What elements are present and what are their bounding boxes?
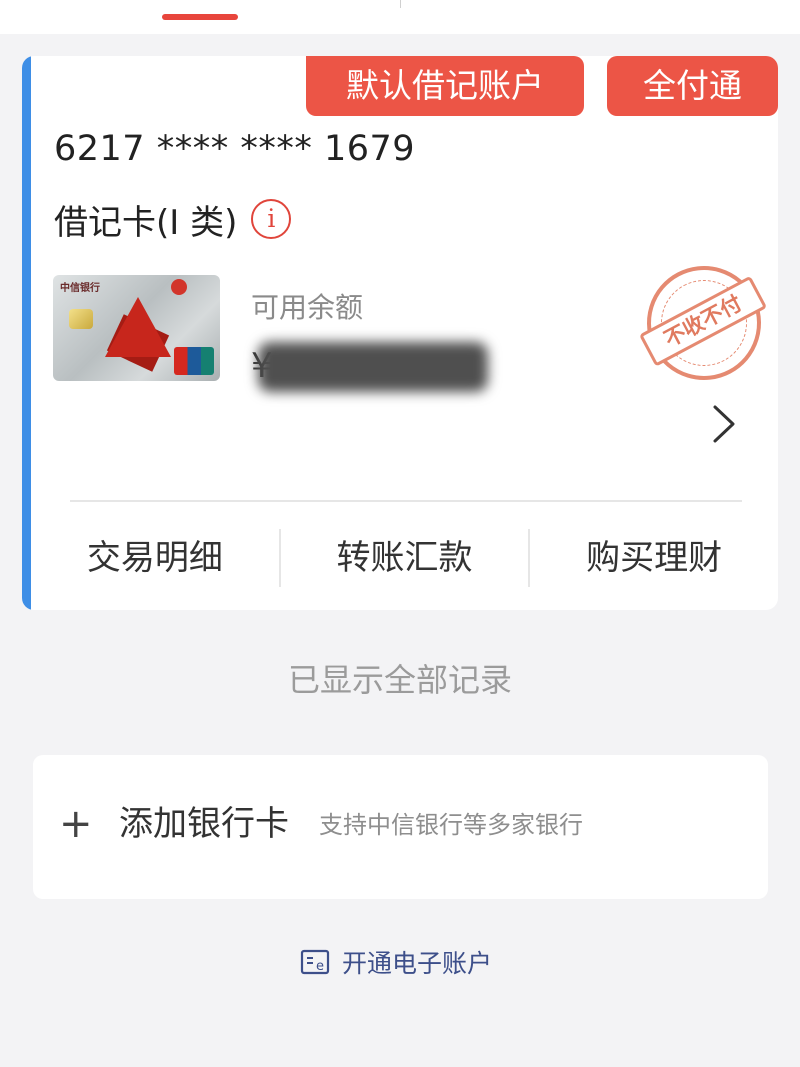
card-gem-icon bbox=[105, 297, 171, 357]
add-bank-card-subtitle: 支持中信银行等多家银行 bbox=[319, 811, 583, 839]
plus-icon: + bbox=[59, 801, 93, 847]
top-tab-bar bbox=[0, 0, 800, 34]
balance-redaction bbox=[258, 342, 488, 392]
open-e-account-link[interactable]: e 开通电子账户 bbox=[300, 944, 492, 980]
card-number: 6217 **** **** 1679 bbox=[54, 129, 416, 169]
add-bank-card-button[interactable]: + 添加银行卡 支持中信银行等多家银行 bbox=[33, 755, 768, 899]
card-emblem-icon bbox=[171, 279, 187, 295]
card-actions: 交易明细 转账汇款 购买理财 bbox=[31, 526, 778, 590]
add-bank-card-label: 添加银行卡 bbox=[119, 804, 289, 844]
tab-divider bbox=[400, 0, 401, 8]
default-debit-account-tag: 默认借记账户 bbox=[306, 56, 584, 116]
quickpay-tag: 全付通 bbox=[607, 56, 778, 116]
bank-logo-text: 中信银行 bbox=[60, 283, 100, 294]
card-type: 借记卡(I 类) bbox=[54, 202, 238, 243]
transaction-details-button[interactable]: 交易明细 bbox=[31, 526, 279, 590]
card-chip-icon bbox=[69, 309, 93, 329]
svg-text:e: e bbox=[316, 959, 324, 974]
card-type-row: 借记卡(I 类) i bbox=[54, 196, 292, 243]
account-card[interactable]: 默认借记账户 全付通 6217 **** **** 1679 借记卡(I 类) … bbox=[22, 56, 778, 610]
chevron-right-icon[interactable] bbox=[712, 404, 736, 444]
card-divider bbox=[70, 500, 742, 502]
unionpay-logo-icon bbox=[174, 347, 214, 375]
open-e-account-label: 开通电子账户 bbox=[342, 949, 493, 978]
bank-card-image: 中信银行 bbox=[53, 275, 220, 381]
transfer-button[interactable]: 转账汇款 bbox=[281, 526, 529, 590]
balance-label: 可用余额 bbox=[251, 291, 364, 324]
e-account-icon: e bbox=[300, 949, 330, 975]
buy-wealth-products-button[interactable]: 购买理财 bbox=[530, 526, 778, 590]
info-icon[interactable]: i bbox=[251, 199, 292, 239]
card-accent-bar bbox=[22, 56, 31, 610]
no-receive-no-pay-stamp: 不收不付 bbox=[626, 245, 778, 401]
active-tab-indicator bbox=[162, 14, 238, 20]
all-records-shown-text: 已显示全部记录 bbox=[287, 661, 512, 699]
